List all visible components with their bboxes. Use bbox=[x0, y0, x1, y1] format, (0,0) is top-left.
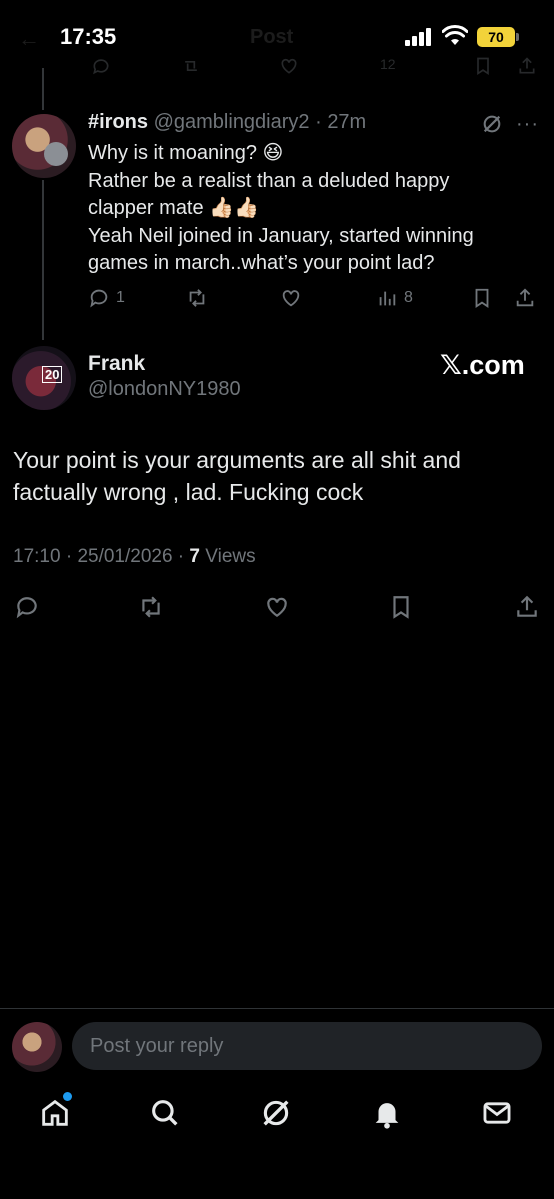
avatar[interactable]: 20 bbox=[12, 346, 76, 410]
bookmark-icon[interactable] bbox=[388, 594, 414, 620]
reply-icon bbox=[90, 289, 108, 308]
more-options-icon[interactable]: ··· bbox=[516, 113, 539, 136]
avatar[interactable] bbox=[12, 114, 76, 178]
bottom-tab-bar bbox=[0, 1096, 554, 1136]
back-arrow-icon[interactable]: ← bbox=[18, 26, 40, 52]
share-icon bbox=[516, 288, 534, 307]
views-count: 7 bbox=[189, 546, 200, 567]
previous-tweet-actions: 12 bbox=[80, 56, 540, 76]
mail-icon bbox=[483, 1102, 511, 1124]
reply-button[interactable]: 1 bbox=[88, 286, 125, 310]
bookmark-icon bbox=[475, 288, 489, 308]
share-button[interactable] bbox=[514, 286, 536, 310]
battery-indicator: 70 bbox=[477, 27, 515, 47]
status-time: 17:35 bbox=[60, 24, 117, 49]
x-com-logo: 𝕏.com bbox=[440, 350, 525, 380]
grok-icon[interactable] bbox=[481, 113, 503, 135]
share-icon[interactable] bbox=[514, 594, 540, 620]
reply-icon[interactable] bbox=[14, 594, 40, 620]
page-title: Post bbox=[250, 26, 294, 48]
handle[interactable]: @gamblingdiary2 bbox=[154, 111, 310, 133]
reply-tweet-actions: 1 8 bbox=[88, 286, 540, 310]
views-label[interactable]: Views bbox=[205, 546, 255, 567]
tweet-line: Why is it moaning? 😆 bbox=[88, 142, 284, 164]
display-name[interactable]: #irons bbox=[88, 111, 148, 133]
cellular-signal-icon bbox=[405, 28, 433, 46]
jersey-number: 20 bbox=[42, 366, 63, 383]
tab-search[interactable] bbox=[148, 1096, 182, 1130]
bookmark-icon[interactable] bbox=[472, 56, 494, 76]
tweet-line: Yeah Neil joined in January, started win… bbox=[88, 224, 474, 247]
tweet-line: clapper mate 👍🏻👍🏻 bbox=[88, 197, 259, 219]
reply-icon[interactable] bbox=[90, 56, 112, 76]
tab-notifications[interactable] bbox=[370, 1096, 404, 1130]
tab-messages[interactable] bbox=[480, 1096, 514, 1130]
retweet-icon bbox=[189, 289, 205, 307]
retweet-icon[interactable] bbox=[180, 56, 202, 76]
wifi-icon bbox=[442, 25, 468, 45]
views-button[interactable]: 8 bbox=[376, 286, 413, 310]
display-name[interactable]: Frank bbox=[88, 352, 145, 376]
main-tweet-text: Your point is your arguments are all shi… bbox=[13, 447, 461, 505]
tab-grok[interactable] bbox=[259, 1096, 293, 1130]
reply-tweet-text: Why is it moaning? 😆 Rather be a realist… bbox=[88, 140, 528, 278]
divider bbox=[0, 1008, 554, 1009]
like-button[interactable] bbox=[280, 286, 302, 310]
main-tweet-actions bbox=[14, 594, 544, 620]
bookmark-button[interactable] bbox=[471, 286, 493, 310]
avatar bbox=[12, 1022, 62, 1072]
thread-line bbox=[42, 180, 44, 340]
like-icon bbox=[282, 290, 300, 307]
views-count: 8 bbox=[404, 289, 413, 306]
grok-icon bbox=[263, 1100, 289, 1126]
home-icon bbox=[42, 1099, 68, 1126]
views-icon bbox=[379, 291, 396, 306]
reply-input[interactable] bbox=[72, 1022, 542, 1070]
tweet-date: 25/01/2026 bbox=[77, 546, 173, 567]
reply-tweet-header: #irons @gamblingdiary2 · 27m bbox=[88, 111, 367, 133]
tweet-line: games in march..what’s your point lad? bbox=[88, 252, 435, 274]
reply-count: 1 bbox=[116, 289, 125, 306]
previous-views-count: 12 bbox=[380, 56, 396, 72]
tweet-line: Rather be a realist than a deluded happy bbox=[88, 169, 450, 192]
tweet-time: 17:10 bbox=[13, 546, 61, 567]
retweet-button[interactable] bbox=[186, 286, 208, 310]
like-icon[interactable] bbox=[278, 56, 300, 76]
share-icon[interactable] bbox=[516, 56, 538, 76]
thread-line bbox=[42, 68, 44, 110]
handle[interactable]: @londonNY1980 bbox=[88, 378, 241, 401]
timestamp[interactable]: 27m bbox=[327, 111, 366, 133]
like-icon[interactable] bbox=[264, 594, 290, 620]
retweet-icon[interactable] bbox=[138, 594, 164, 620]
tweet-meta: 17:10 · 25/01/2026 · 7 Views bbox=[13, 546, 256, 567]
tab-home[interactable] bbox=[38, 1096, 72, 1130]
bell-icon bbox=[375, 1103, 399, 1129]
search-icon bbox=[152, 1100, 178, 1126]
battery-nub bbox=[516, 33, 519, 41]
